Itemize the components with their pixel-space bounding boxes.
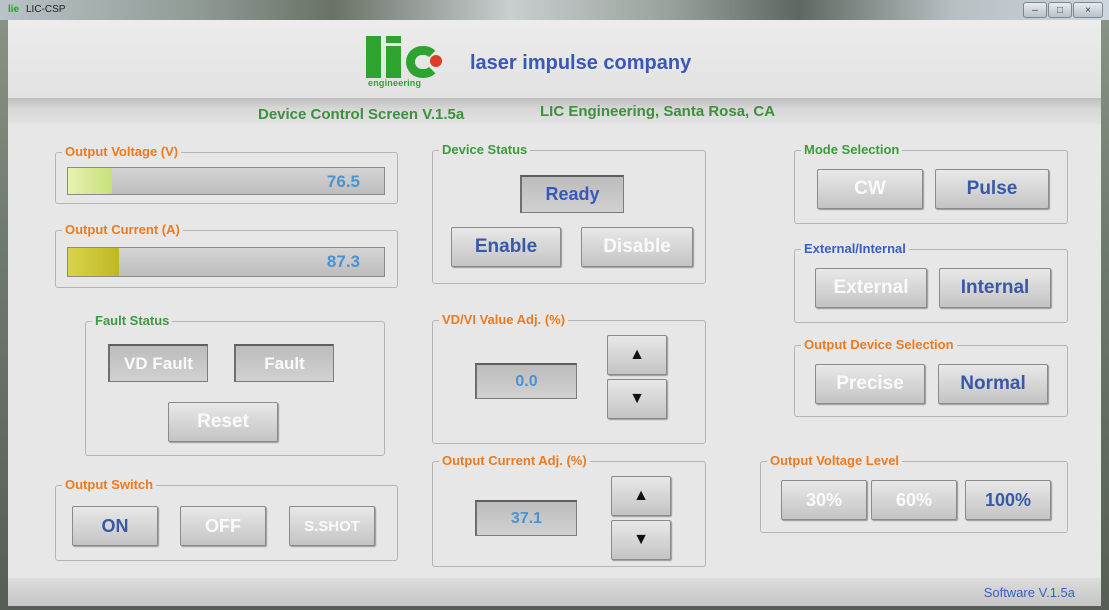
voltage-level-group: Output Voltage Level 30% 60% 100%	[760, 453, 1068, 533]
footer-bar: Software V.1.5a	[8, 578, 1101, 606]
voltage-60-button[interactable]: 60%	[871, 480, 957, 520]
mode-selection-title: Mode Selection	[801, 142, 903, 157]
window-title: LIC-CSP	[26, 4, 66, 15]
output-current-value: 87.3	[326, 252, 360, 271]
normal-button[interactable]: Normal	[938, 364, 1048, 404]
output-voltage-bar: 76.5	[67, 167, 385, 195]
on-button[interactable]: ON	[72, 506, 158, 546]
app-icon: lie	[8, 4, 20, 15]
arrow-down-icon: ▼	[633, 531, 649, 548]
vdvi-adj-down-button[interactable]: ▼	[607, 379, 667, 419]
output-switch-title: Output Switch	[62, 477, 157, 492]
voltage-level-title: Output Voltage Level	[767, 453, 903, 468]
output-device-group: Output Device Selection Precise Normal	[794, 337, 1068, 417]
pulse-button[interactable]: Pulse	[935, 169, 1049, 209]
header: engineering laser impulse company	[8, 20, 1101, 98]
vdvi-adj-value: 0.0	[515, 372, 538, 390]
location-label: LIC Engineering, Santa Rosa, CA	[540, 103, 776, 120]
output-current-title: Output Current (A)	[62, 222, 183, 237]
lic-logo: engineering	[366, 34, 476, 88]
software-version: Software V.1.5a	[983, 585, 1075, 600]
output-switch-group: Output Switch ON OFF S.SHOT	[55, 477, 398, 561]
vdvi-adj-up-button[interactable]: ▲	[607, 335, 667, 375]
fault-indicator: Fault	[234, 344, 334, 382]
maximize-icon[interactable]: □	[1048, 2, 1072, 18]
output-voltage-title: Output Voltage (V)	[62, 144, 182, 159]
device-status-display: Ready	[520, 175, 624, 213]
subtitle-bar: Device Control Screen V.1.5a LIC Enginee…	[8, 98, 1101, 124]
disable-button[interactable]: Disable	[581, 227, 693, 267]
arrow-down-icon: ▼	[629, 390, 645, 407]
off-button[interactable]: OFF	[180, 506, 266, 546]
close-icon[interactable]: ×	[1073, 2, 1103, 18]
fault-status-group: Fault Status VD Fault Fault Reset	[85, 313, 385, 456]
device-status-title: Device Status	[439, 142, 531, 157]
fault-status-title: Fault Status	[92, 313, 173, 328]
window-controls: – □ ×	[1023, 2, 1103, 18]
output-voltage-value: 76.5	[326, 172, 360, 191]
output-voltage-group: Output Voltage (V) 76.5	[55, 144, 398, 204]
output-device-title: Output Device Selection	[801, 337, 957, 352]
vd-fault-indicator: VD Fault	[108, 344, 208, 382]
vdvi-adj-value-display: 0.0	[475, 363, 577, 399]
screen-title: Device Control Screen V.1.5a	[258, 106, 465, 123]
output-current-group: Output Current (A) 87.3	[55, 222, 398, 288]
precise-button[interactable]: Precise	[815, 364, 925, 404]
current-adj-group: Output Current Adj. (%) 37.1 ▲ ▼	[432, 453, 706, 567]
current-adj-value: 37.1	[510, 509, 543, 527]
voltage-30-button[interactable]: 30%	[781, 480, 867, 520]
vdvi-adj-title: VD/VI Value Adj. (%)	[439, 312, 569, 327]
output-current-bar: 87.3	[67, 247, 385, 277]
current-adj-value-display: 37.1	[475, 500, 577, 536]
vdvi-adj-group: VD/VI Value Adj. (%) 0.0 ▲ ▼	[432, 312, 706, 444]
ext-int-group: External/Internal External Internal	[794, 241, 1068, 323]
client-area: engineering laser impulse company Device…	[8, 20, 1101, 606]
single-shot-button[interactable]: S.SHOT	[289, 506, 375, 546]
window-titlebar[interactable]: lie LIC-CSP – □ ×	[0, 0, 1109, 20]
output-current-bar-fill	[68, 248, 119, 276]
cw-button[interactable]: CW	[817, 169, 923, 209]
voltage-100-button[interactable]: 100%	[965, 480, 1051, 520]
company-name: laser impulse company	[470, 52, 692, 74]
fault-label: Fault	[264, 353, 305, 373]
logo-subtitle: engineering	[368, 78, 422, 88]
mode-selection-group: Mode Selection CW Pulse	[794, 142, 1068, 224]
current-adj-up-button[interactable]: ▲	[611, 476, 671, 516]
arrow-up-icon: ▲	[629, 346, 645, 363]
internal-button[interactable]: Internal	[939, 268, 1051, 308]
reset-button[interactable]: Reset	[168, 402, 278, 442]
enable-button[interactable]: Enable	[451, 227, 561, 267]
minimize-icon[interactable]: –	[1023, 2, 1047, 18]
current-adj-title: Output Current Adj. (%)	[439, 453, 590, 468]
device-status-group: Device Status Ready Enable Disable	[432, 142, 706, 284]
ext-int-title: External/Internal	[801, 241, 909, 256]
vd-fault-label: VD Fault	[124, 353, 193, 373]
arrow-up-icon: ▲	[633, 487, 649, 504]
external-button[interactable]: External	[815, 268, 927, 308]
current-adj-down-button[interactable]: ▼	[611, 520, 671, 560]
output-voltage-bar-fill	[68, 168, 113, 194]
device-status-value: Ready	[545, 184, 600, 204]
